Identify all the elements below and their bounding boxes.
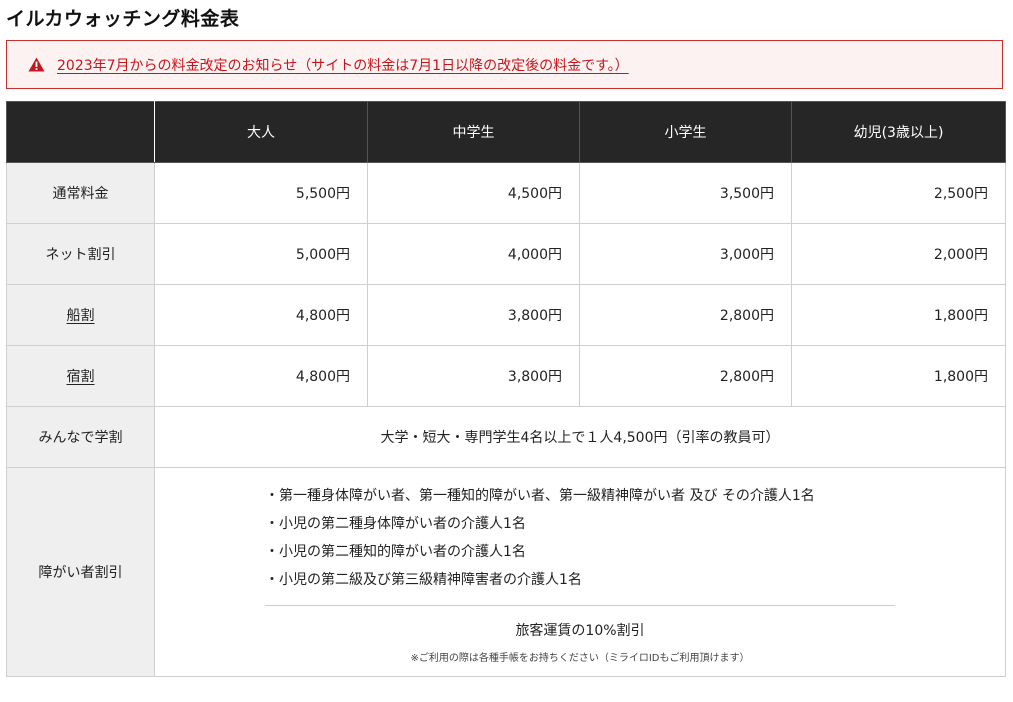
- row-label-net-discount: ネット割引: [6, 223, 155, 285]
- row-boat-discount: 船割 4,800円 3,800円 2,800円 1,800円: [6, 284, 1006, 346]
- price-cell: 2,500円: [791, 162, 1006, 224]
- row-net-discount: ネット割引 5,000円 4,000円 3,000円 2,000円: [6, 223, 1006, 285]
- price-change-notice: 2023年7月からの料金改定のお知らせ（サイトの料金は7月1日以降の改定後の料金…: [6, 40, 1003, 89]
- header-infant: 幼児(3歳以上): [791, 101, 1006, 163]
- lodging-discount-link[interactable]: 宿割: [67, 369, 95, 385]
- price-cell: 4,800円: [154, 345, 368, 407]
- row-label-disability: 障がい者割引: [6, 467, 155, 677]
- price-cell: 1,800円: [791, 284, 1006, 346]
- row-disability-discount: 障がい者割引 ・第一種身体障がい者、第一種知的障がい者、第一級精神障がい者 及び…: [6, 467, 1006, 677]
- id-note: ※ご利用の際は各種手帳をお持ちください（ミライロIDもご利用頂けます）: [410, 653, 750, 664]
- header-adult: 大人: [154, 101, 368, 163]
- boat-discount-link[interactable]: 船割: [67, 308, 95, 324]
- price-change-notice-link[interactable]: 2023年7月からの料金改定のお知らせ（サイトの料金は7月1日以降の改定後の料金…: [57, 55, 629, 75]
- header-junior-high: 中学生: [367, 101, 580, 163]
- price-cell: 3,800円: [367, 345, 580, 407]
- price-table-header-row: 大人 中学生 小学生 幼児(3歳以上): [6, 101, 1006, 163]
- eligibility-list: ・第一種身体障がい者、第一種知的障がい者、第一級精神障がい者 及び その介護人1…: [265, 482, 895, 594]
- header-elementary: 小学生: [579, 101, 792, 163]
- row-label-boat-discount: 船割: [6, 284, 155, 346]
- row-student-group-discount: みんなで学割 大学・短大・専門学生4名以上で１人4,500円（引率の教員可）: [6, 406, 1006, 468]
- eligibility-item: ・第一種身体障がい者、第一種知的障がい者、第一級精神障がい者 及び その介護人1…: [265, 488, 815, 504]
- price-cell: 3,000円: [579, 223, 792, 285]
- header-corner-cell: [6, 101, 155, 163]
- row-label-student-group: みんなで学割: [6, 406, 155, 468]
- price-cell: 5,000円: [154, 223, 368, 285]
- student-group-description: 大学・短大・専門学生4名以上で１人4,500円（引率の教員可）: [154, 406, 1006, 468]
- price-cell: 4,800円: [154, 284, 368, 346]
- price-cell: 4,500円: [367, 162, 580, 224]
- eligibility-item: ・小児の第二種身体障がい者の介護人1名: [265, 516, 526, 532]
- price-cell: 2,800円: [579, 345, 792, 407]
- price-cell: 1,800円: [791, 345, 1006, 407]
- price-cell: 5,500円: [154, 162, 368, 224]
- row-label-regular: 通常料金: [6, 162, 155, 224]
- divider: [265, 605, 895, 606]
- price-cell: 2,000円: [791, 223, 1006, 285]
- row-label-lodging-discount: 宿割: [6, 345, 155, 407]
- eligibility-item: ・小児の第二種知的障がい者の介護人1名: [265, 544, 526, 560]
- price-cell: 3,500円: [579, 162, 792, 224]
- discount-rate: 旅客運賃の10%割引: [515, 623, 645, 639]
- warning-icon: [26, 55, 46, 75]
- row-regular-price: 通常料金 5,500円 4,500円 3,500円 2,500円: [6, 162, 1006, 224]
- disability-discount-details: ・第一種身体障がい者、第一種知的障がい者、第一級精神障がい者 及び その介護人1…: [154, 467, 1006, 677]
- eligibility-item: ・小児の第二級及び第三級精神障害者の介護人1名: [265, 572, 582, 588]
- price-table: 大人 中学生 小学生 幼児(3歳以上) 通常料金 5,500円 4,500円 3…: [6, 101, 1006, 677]
- price-cell: 4,000円: [367, 223, 580, 285]
- price-cell: 3,800円: [367, 284, 580, 346]
- page-title: イルカウォッチング料金表: [6, 8, 240, 30]
- row-lodging-discount: 宿割 4,800円 3,800円 2,800円 1,800円: [6, 345, 1006, 407]
- price-cell: 2,800円: [579, 284, 792, 346]
